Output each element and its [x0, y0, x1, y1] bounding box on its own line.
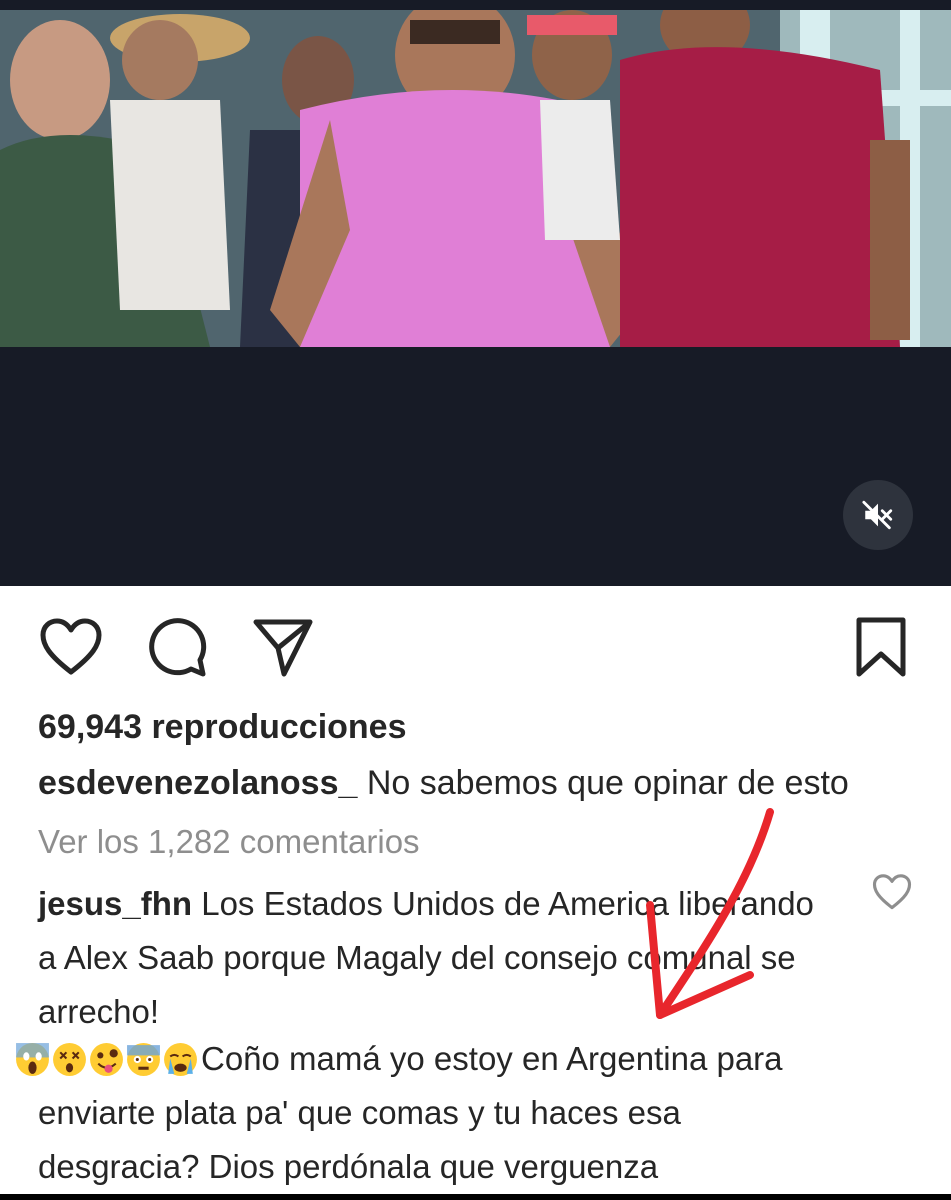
view-all-comments-link[interactable]: Ver los 1,282 comentarios [38, 823, 420, 861]
dizzy-face-emoji [53, 1042, 86, 1076]
comment-item: jesus_fhn Los Estados Unidos de America … [38, 877, 838, 1039]
mute-button[interactable] [843, 480, 913, 550]
comment-text-line: Coño mamá yo estoy en Argentina para [201, 1040, 783, 1077]
zany-face-emoji [90, 1042, 123, 1076]
post-actions-bar [0, 612, 951, 682]
crying-emoji [164, 1042, 197, 1076]
comment-like-button[interactable] [872, 873, 912, 913]
heart-icon [872, 874, 912, 910]
emoji-group [14, 1041, 199, 1078]
bookmark-icon [856, 617, 906, 677]
video-player[interactable] [0, 0, 951, 586]
comment-item: Coño mamá yo estoy en Argentina para env… [14, 1032, 914, 1194]
share-icon [253, 619, 313, 677]
mute-speaker-icon [862, 500, 893, 530]
comment-text-line: enviarte plata pa' que comas y tu haces … [38, 1094, 681, 1131]
author-username[interactable]: esdevenezolanoss_ [38, 764, 357, 802]
comment-button[interactable] [141, 612, 211, 682]
save-button[interactable] [846, 612, 916, 682]
bottom-edge [0, 1194, 951, 1200]
video-still-image [0, 10, 951, 347]
caption-text: No sabemos que opinar de esto [366, 764, 849, 802]
scream-emoji [16, 1042, 49, 1076]
share-button[interactable] [248, 612, 318, 682]
like-button[interactable] [36, 612, 106, 682]
comment-icon [149, 618, 207, 677]
heart-icon [40, 618, 102, 675]
face-with-head-bandage-emoji [127, 1042, 160, 1076]
video-frame [0, 10, 951, 347]
post-caption: esdevenezolanoss_ No sabemos que opinar … [38, 764, 928, 803]
comment-username[interactable]: jesus_fhn [38, 885, 192, 922]
views-count: 69,943 reproducciones [38, 708, 407, 746]
comment-text-line: desgracia? Dios perdónala que verguenza [38, 1148, 659, 1185]
